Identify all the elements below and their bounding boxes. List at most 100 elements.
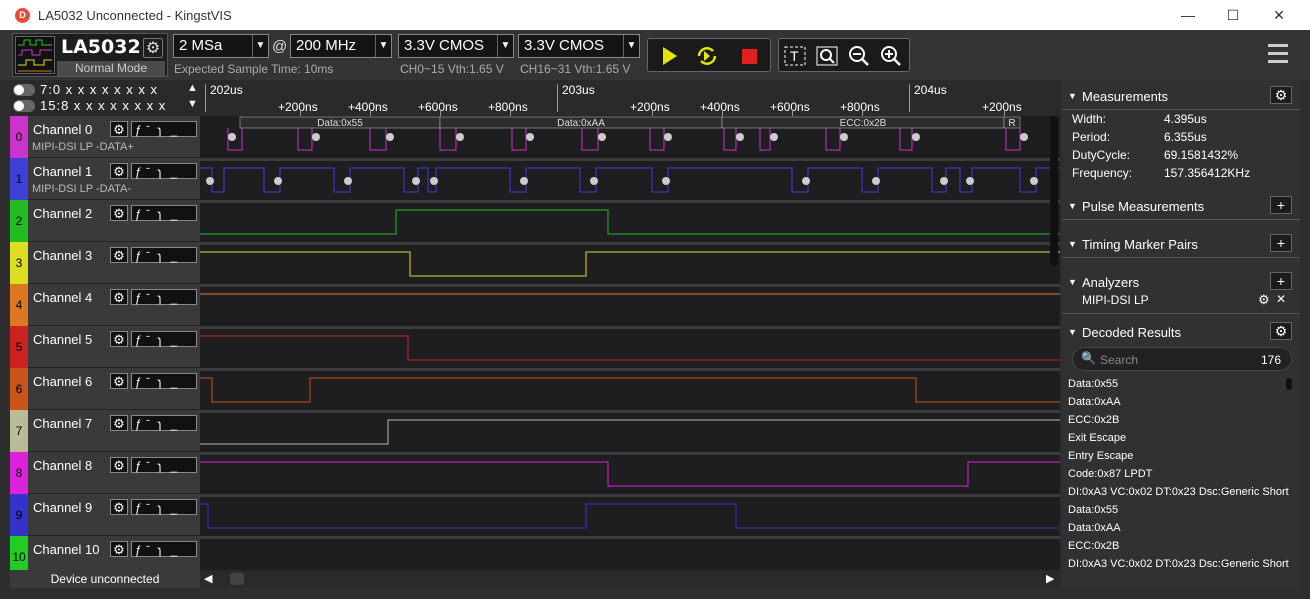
scroll-thumb[interactable] xyxy=(230,573,244,585)
measurements-section[interactable]: ▼ Measurements ⚙ xyxy=(1062,82,1300,110)
decoded-row[interactable]: Data:0x55 xyxy=(1068,504,1290,516)
run-icon[interactable] xyxy=(656,43,682,69)
channel-name[interactable]: Channel 3 xyxy=(33,248,92,263)
waveform-area[interactable]: Data:0x55 Data:0xAA ECC:0x2B R xyxy=(200,116,1060,570)
channel-name[interactable]: Channel 10 xyxy=(33,542,100,557)
zoom-area-icon[interactable] xyxy=(814,43,840,69)
threshold-select-2[interactable]: 3.3V CMOS ▼ xyxy=(518,34,640,58)
trigger-select[interactable]: ƒ ̄ ɿ _ xyxy=(131,247,197,263)
collapse-down-icon[interactable]: ▼ xyxy=(187,98,198,110)
loop-icon[interactable] xyxy=(694,43,720,69)
horizontal-scrollbar[interactable]: ◀ ▶ xyxy=(200,570,1060,588)
decoded-row[interactable]: Data:0xAA xyxy=(1068,396,1290,408)
trigger-select[interactable]: ƒ ̄ ɿ _ xyxy=(131,415,197,431)
time-ruler[interactable]: 202us 203us 204us +200ns +400ns +600ns +800ns +… xyxy=(200,80,1060,116)
trigger-select[interactable]: ƒ ̄ ɿ _ xyxy=(131,163,197,179)
close-button[interactable]: ✕ xyxy=(1256,4,1302,26)
channel-color-swatch[interactable]: 7 xyxy=(10,410,28,452)
channel-row[interactable]: 3 Channel 3 ⚙ ƒ ̄ ɿ _ xyxy=(10,242,200,284)
maximize-button[interactable]: ☐ xyxy=(1210,4,1256,26)
channel-name[interactable]: Channel 8 xyxy=(33,458,92,473)
channel-name[interactable]: Channel 5 xyxy=(33,332,92,347)
channel-name[interactable]: Channel 4 xyxy=(33,290,92,305)
threshold-select-1[interactable]: 3.3V CMOS ▼ xyxy=(398,34,514,58)
channel-color-swatch[interactable]: 1 xyxy=(10,158,28,200)
channel-gear-icon[interactable]: ⚙ xyxy=(110,289,128,305)
channel-gear-icon[interactable]: ⚙ xyxy=(110,499,128,515)
device-waveform-icon[interactable] xyxy=(15,36,55,74)
menu-hamburger-icon[interactable] xyxy=(1268,44,1288,64)
channel-name[interactable]: Channel 1 xyxy=(33,164,92,179)
channel-gear-icon[interactable]: ⚙ xyxy=(110,457,128,473)
channel-color-swatch[interactable]: 4 xyxy=(10,284,28,326)
analyzer-gear-icon[interactable]: ⚙ xyxy=(1258,292,1270,308)
text-marker-icon[interactable]: T xyxy=(782,43,808,69)
sample-rate-select[interactable]: 200 MHz ▼ xyxy=(290,34,392,58)
scroll-right-icon[interactable]: ▶ xyxy=(1046,572,1054,585)
waveform-canvas[interactable]: Data:0x55 Data:0xAA ECC:0x2B R xyxy=(200,116,1060,570)
channel-gear-icon[interactable]: ⚙ xyxy=(110,247,128,263)
decoded-row[interactable]: Exit Escape xyxy=(1068,432,1290,444)
channel-row[interactable]: 9 Channel 9 ⚙ ƒ ̄ ɿ _ xyxy=(10,494,200,536)
trigger-select[interactable]: ƒ ̄ ɿ _ xyxy=(131,205,197,221)
channel-row[interactable]: 4 Channel 4 ⚙ ƒ ̄ ɿ _ xyxy=(10,284,200,326)
channel-row[interactable]: 6 Channel 6 ⚙ ƒ ̄ ɿ _ xyxy=(10,368,200,410)
channel-row[interactable]: 2 Channel 2 ⚙ ƒ ̄ ɿ _ xyxy=(10,200,200,242)
decoded-search-input[interactable]: 🔍 Search 176 xyxy=(1072,347,1292,371)
pulse-section[interactable]: ▼ Pulse Measurements + xyxy=(1062,192,1300,220)
channel-gear-icon[interactable]: ⚙ xyxy=(110,205,128,221)
scroll-left-icon[interactable]: ◀ xyxy=(204,572,212,585)
trigger-select[interactable]: ƒ ̄ ɿ _ xyxy=(131,541,197,557)
analyzer-item[interactable]: MIPI-DSI LP xyxy=(1082,293,1149,307)
zoom-out-icon[interactable] xyxy=(846,43,872,69)
add-timing-plus-icon[interactable]: + xyxy=(1270,234,1292,252)
stop-icon[interactable] xyxy=(736,43,762,69)
channel-row[interactable]: 5 Channel 5 ⚙ ƒ ̄ ɿ _ xyxy=(10,326,200,368)
channel-name[interactable]: Channel 2 xyxy=(33,206,92,221)
channel-gear-icon[interactable]: ⚙ xyxy=(110,331,128,347)
measurements-gear-icon[interactable]: ⚙ xyxy=(1270,86,1292,104)
channel-color-swatch[interactable]: 0 xyxy=(10,116,28,158)
decoded-row[interactable]: DI:0xA3 VC:0x02 DT:0x23 Dsc:Generic Shor… xyxy=(1068,486,1290,498)
decoded-row[interactable]: ECC:0x2B xyxy=(1068,540,1290,552)
decoded-scrollbar[interactable] xyxy=(1286,378,1292,390)
trigger-select[interactable]: ƒ ̄ ɿ _ xyxy=(131,373,197,389)
decoded-row[interactable]: Data:0xAA xyxy=(1068,522,1290,534)
channel-color-swatch[interactable]: 9 xyxy=(10,494,28,536)
device-settings-gear-icon[interactable]: ⚙ xyxy=(143,38,163,58)
vertical-scrollbar[interactable] xyxy=(1050,116,1060,266)
channel-name[interactable]: Channel 7 xyxy=(33,416,92,431)
channel-row[interactable]: 7 Channel 7 ⚙ ƒ ̄ ɿ _ xyxy=(10,410,200,452)
channel-color-swatch[interactable]: 8 xyxy=(10,452,28,494)
group-toggle-1[interactable] xyxy=(13,100,35,112)
channel-color-swatch[interactable]: 6 xyxy=(10,368,28,410)
add-analyzer-plus-icon[interactable]: + xyxy=(1270,272,1292,290)
decoded-row[interactable]: Data:0x55 xyxy=(1068,378,1290,390)
trigger-select[interactable]: ƒ ̄ ɿ _ xyxy=(131,289,197,305)
minimize-button[interactable]: — xyxy=(1165,4,1211,26)
add-pulse-plus-icon[interactable]: + xyxy=(1270,196,1292,214)
trigger-select[interactable]: ƒ ̄ ɿ _ xyxy=(131,331,197,347)
channel-gear-icon[interactable]: ⚙ xyxy=(110,163,128,179)
group-toggle-0[interactable] xyxy=(13,84,35,96)
channel-gear-icon[interactable]: ⚙ xyxy=(110,373,128,389)
zoom-in-icon[interactable] xyxy=(878,43,904,69)
channel-gear-icon[interactable]: ⚙ xyxy=(110,121,128,137)
decoded-gear-icon[interactable]: ⚙ xyxy=(1270,322,1292,340)
channel-gear-icon[interactable]: ⚙ xyxy=(110,415,128,431)
channel-row[interactable]: 0 Channel 0 MIPI-DSI LP -DATA+ ⚙ ƒ ̄ ɿ _ xyxy=(10,116,200,158)
decoded-section[interactable]: ▼ Decoded Results ⚙ xyxy=(1062,318,1300,346)
decoded-row[interactable]: Entry Escape xyxy=(1068,450,1290,462)
channel-row[interactable]: 8 Channel 8 ⚙ ƒ ̄ ɿ _ xyxy=(10,452,200,494)
decoded-row[interactable]: DI:0xA3 VC:0x02 DT:0x23 Dsc:Generic Shor… xyxy=(1068,558,1290,570)
decoded-row[interactable]: Code:0x87 LPDT xyxy=(1068,468,1290,480)
analyzer-remove-icon[interactable]: ✕ xyxy=(1276,292,1286,306)
channel-color-swatch[interactable]: 5 xyxy=(10,326,28,368)
channel-name[interactable]: Channel 6 xyxy=(33,374,92,389)
channel-color-swatch[interactable]: 3 xyxy=(10,242,28,284)
channel-color-swatch[interactable]: 2 xyxy=(10,200,28,242)
channel-name[interactable]: Channel 0 xyxy=(33,122,92,137)
timing-section[interactable]: ▼ Timing Marker Pairs + xyxy=(1062,230,1300,258)
channel-name[interactable]: Channel 9 xyxy=(33,500,92,515)
sample-depth-select[interactable]: 2 MSa ▼ xyxy=(173,34,269,58)
